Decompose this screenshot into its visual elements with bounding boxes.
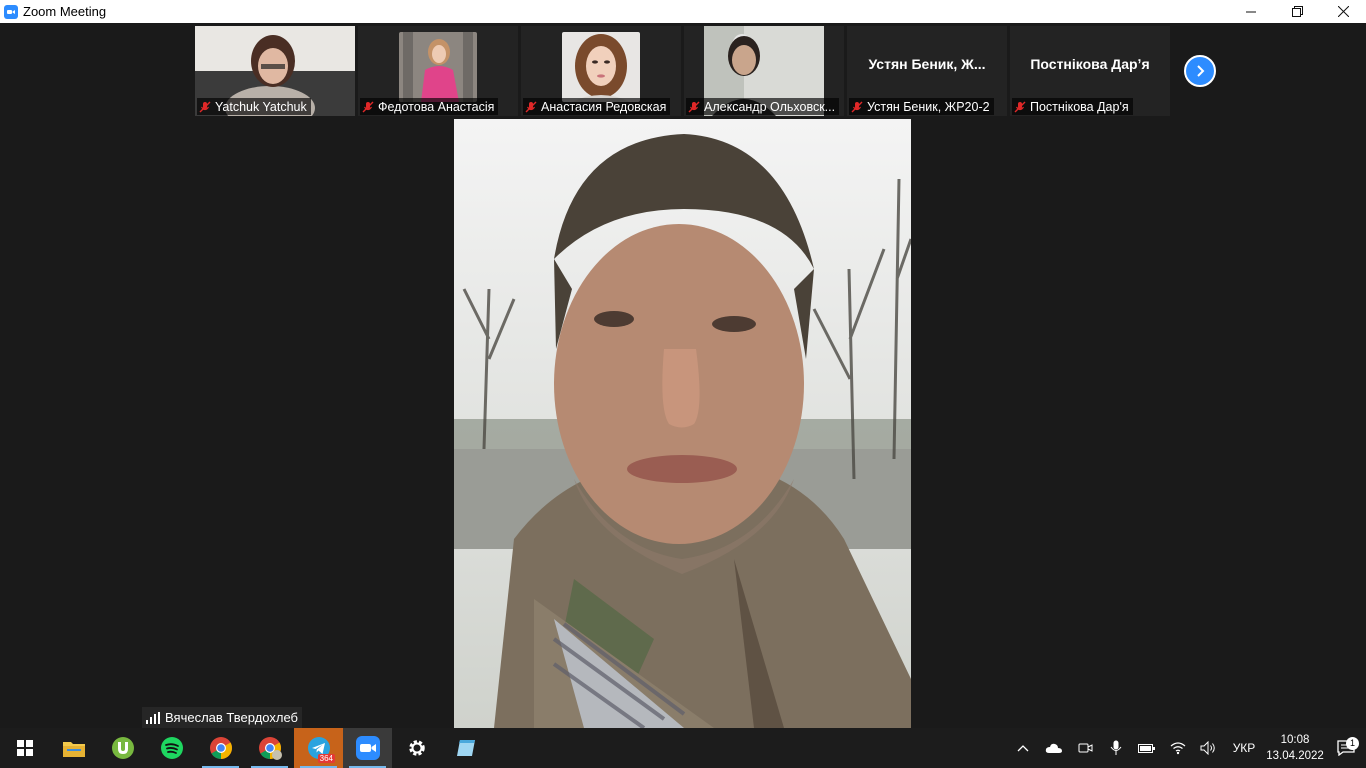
connection-strength-icon [146, 711, 160, 724]
input-language[interactable]: УКР [1224, 741, 1264, 755]
chevron-up-icon[interactable] [1007, 728, 1038, 768]
volume-icon[interactable] [1193, 728, 1224, 768]
onedrive-icon[interactable] [1038, 728, 1069, 768]
muted-mic-icon [362, 101, 374, 112]
clock-time: 10:08 [1280, 734, 1310, 746]
participant-tile[interactable]: Устян Беник, Ж... Устян Беник, ЖР20-2 [847, 26, 1007, 116]
participant-video [399, 32, 477, 102]
settings-icon[interactable] [392, 728, 441, 768]
clock[interactable]: 10:08 13.04.2022 [1264, 732, 1326, 764]
muted-mic-icon [688, 101, 700, 112]
participant-name: Yatchuk Yatchuk [215, 99, 307, 114]
wifi-icon[interactable] [1162, 728, 1193, 768]
muted-mic-icon [199, 101, 211, 112]
notification-center-icon[interactable]: 1 [1326, 737, 1366, 756]
participant-label: Постнікова Дар'я [1012, 98, 1133, 115]
speaker-name: Вячеслав Твердохлеб [165, 710, 298, 725]
participant-label: Устян Беник, ЖР20-2 [849, 98, 994, 115]
participant-tile[interactable]: Анастасия Редовская [521, 26, 681, 116]
participant-label: Yatchuk Yatchuk [197, 98, 311, 115]
telegram-unread-badge: 364 [317, 754, 335, 763]
clock-date: 13.04.2022 [1266, 750, 1324, 762]
speaker-name-label: Вячеслав Твердохлеб [142, 707, 302, 728]
participant-label: Александр Ольховск... [686, 98, 840, 115]
spotify-icon[interactable] [147, 728, 196, 768]
participant-tile[interactable]: Yatchuk Yatchuk [195, 26, 355, 116]
muted-mic-icon [851, 101, 863, 112]
chevron-right-icon [1197, 65, 1205, 77]
microphone-icon[interactable] [1100, 728, 1131, 768]
muted-mic-icon [1014, 101, 1026, 112]
notification-count: 1 [1346, 737, 1359, 750]
meet-now-icon[interactable] [1069, 728, 1100, 768]
battery-icon[interactable] [1131, 728, 1162, 768]
zoom-app-icon [4, 4, 18, 19]
gallery-strip: Yatchuk Yatchuk Федотова Анастасія Анаст… [195, 26, 1173, 116]
chrome-profile-icon[interactable] [245, 728, 294, 768]
restore-button[interactable] [1274, 0, 1320, 23]
muted-mic-icon [525, 101, 537, 112]
minimize-button[interactable] [1228, 0, 1274, 23]
next-page-button[interactable] [1184, 55, 1216, 87]
participant-name: Анастасия Редовская [541, 99, 667, 114]
meeting-area: Yatchuk Yatchuk Федотова Анастасія Анаст… [0, 23, 1366, 728]
start-icon[interactable] [0, 728, 49, 768]
participant-tile[interactable]: Федотова Анастасія [358, 26, 518, 116]
participant-name: Александр Ольховск... [704, 99, 836, 114]
participant-display-name: Постнікова Дарʼя [1030, 56, 1150, 72]
utorrent-icon[interactable] [98, 728, 147, 768]
close-button[interactable] [1320, 0, 1366, 23]
system-tray: УКР 10:08 13.04.2022 1 [1007, 728, 1366, 768]
file-explorer-icon[interactable] [49, 728, 98, 768]
participant-tile[interactable]: Постнікова Дарʼя Постнікова Дар'я [1010, 26, 1170, 116]
window-title: Zoom Meeting [23, 4, 107, 19]
participant-tile[interactable]: Александр Ольховск... [684, 26, 844, 116]
zoom-icon[interactable] [343, 728, 392, 768]
active-speaker-video [454, 119, 911, 728]
windows-taskbar: 364 УКР 10:08 13.04.2022 1 [0, 728, 1366, 768]
participant-display-name: Устян Беник, Ж... [868, 56, 986, 72]
participant-label: Анастасия Редовская [523, 98, 671, 115]
telegram-icon[interactable]: 364 [294, 728, 343, 768]
window-titlebar: Zoom Meeting [0, 0, 1366, 23]
participant-name: Постнікова Дар'я [1030, 99, 1129, 114]
chrome-icon[interactable] [196, 728, 245, 768]
participant-label: Федотова Анастасія [360, 98, 499, 115]
notepad-icon[interactable] [441, 728, 490, 768]
participant-video [562, 32, 640, 102]
participant-name: Федотова Анастасія [378, 99, 495, 114]
speaker-video-frame [454, 119, 911, 728]
participant-name: Устян Беник, ЖР20-2 [867, 99, 990, 114]
